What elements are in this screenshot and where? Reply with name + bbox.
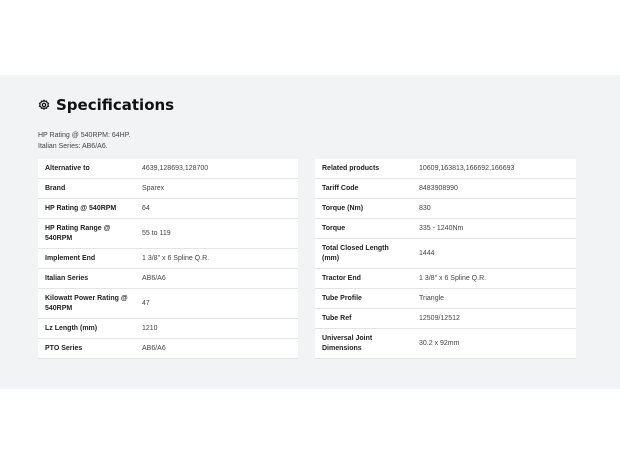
gear-icon — [38, 99, 50, 111]
spec-value: Sparex — [142, 184, 165, 192]
spec-label: Torque — [322, 224, 346, 232]
summary-line: HP Rating @ 540RPM: 64HP. — [38, 132, 131, 139]
table-row: PTO Series AB6/A6 — [38, 338, 298, 359]
spec-label: Kilowatt Power Rating @ 540RPM — [45, 294, 128, 312]
spec-value: 1 3/8" x 6 Spline Q.R. — [142, 254, 210, 262]
summary-line: Italian Series: AB6/A6. — [38, 143, 108, 150]
spec-label: Tractor End — [322, 274, 361, 282]
table-row: Torque 335 - 1240Nm — [315, 218, 576, 239]
table-row: HP Rating @ 540RPM 64 — [38, 198, 298, 219]
spec-value: Triangle — [419, 294, 445, 302]
table-row: Torque (Nm) 830 — [315, 198, 576, 219]
spec-value: 55 to 119 — [142, 229, 171, 237]
table-row: Tractor End 1 3/8" x 6 Spline Q.R. — [315, 268, 576, 289]
spec-value: 4639,128693,128700 — [142, 164, 209, 172]
table-row: Lz Length (mm) 1210 — [38, 318, 298, 339]
spec-value: 1444 — [419, 249, 435, 257]
spec-label: Implement End — [45, 254, 96, 262]
spec-summary: HP Rating @ 540RPM: 64HP. Italian Series… — [38, 130, 130, 152]
spec-label: Torque (Nm) — [322, 204, 364, 212]
table-row: Kilowatt Power Rating @ 540RPM 47 — [38, 288, 298, 319]
table-row: Italian Series AB6/A6 — [38, 268, 298, 289]
spec-label: Lz Length (mm) — [45, 324, 98, 332]
spec-value: AB6/A6 — [142, 274, 166, 282]
spec-label: PTO Series — [45, 344, 83, 352]
spec-table-left: Alternative to 4639,128693,128700 Brand … — [38, 159, 298, 359]
spec-label: Tube Profile — [322, 294, 362, 302]
spec-value: 8483908990 — [419, 184, 458, 192]
table-row: Related products 10609,163813,166692,166… — [315, 159, 576, 179]
spec-value: 47 — [142, 299, 150, 307]
specifications-heading: Specifications — [38, 96, 174, 114]
spec-label: Tariff Code — [322, 184, 359, 192]
table-row: Total Closed Length (mm) 1444 — [315, 238, 576, 269]
spec-label: HP Rating Range @ 540RPM — [45, 224, 111, 242]
table-row: Tariff Code 8483908990 — [315, 178, 576, 199]
spec-label: Italian Series — [45, 274, 89, 282]
spec-label: Related products — [322, 164, 380, 172]
spec-value: 12509/12512 — [419, 314, 460, 322]
table-row: Tube Ref 12509/12512 — [315, 308, 576, 329]
page-title: Specifications — [56, 96, 175, 114]
spec-value: 1210 — [142, 324, 158, 332]
spec-label: HP Rating @ 540RPM — [45, 204, 117, 212]
spec-label: Alternative to — [45, 164, 90, 172]
table-row: Implement End 1 3/8" x 6 Spline Q.R. — [38, 248, 298, 269]
spec-label: Total Closed Length (mm) — [322, 244, 389, 262]
spec-value: 830 — [419, 204, 431, 212]
spec-label: Universal Joint Dimensions — [322, 334, 373, 352]
spec-table-right: Related products 10609,163813,166692,166… — [315, 159, 576, 359]
table-row: Tube Profile Triangle — [315, 288, 576, 309]
table-row: Brand Sparex — [38, 178, 298, 199]
spec-value: 10609,163813,166692,166693 — [419, 164, 515, 172]
spec-value: 30.2 x 92mm — [419, 339, 460, 347]
table-row: Alternative to 4639,128693,128700 — [38, 159, 298, 179]
spec-label: Tube Ref — [322, 314, 352, 322]
table-row: Universal Joint Dimensions 30.2 x 92mm — [315, 328, 576, 359]
spec-value: 64 — [142, 204, 150, 212]
spec-value: AB6/A6 — [142, 344, 166, 352]
table-row: HP Rating Range @ 540RPM 55 to 119 — [38, 218, 298, 249]
spec-value: 335 - 1240Nm — [419, 224, 464, 232]
spec-label: Brand — [45, 184, 66, 192]
spec-value: 1 3/8" x 6 Spline Q.R. — [419, 274, 487, 282]
